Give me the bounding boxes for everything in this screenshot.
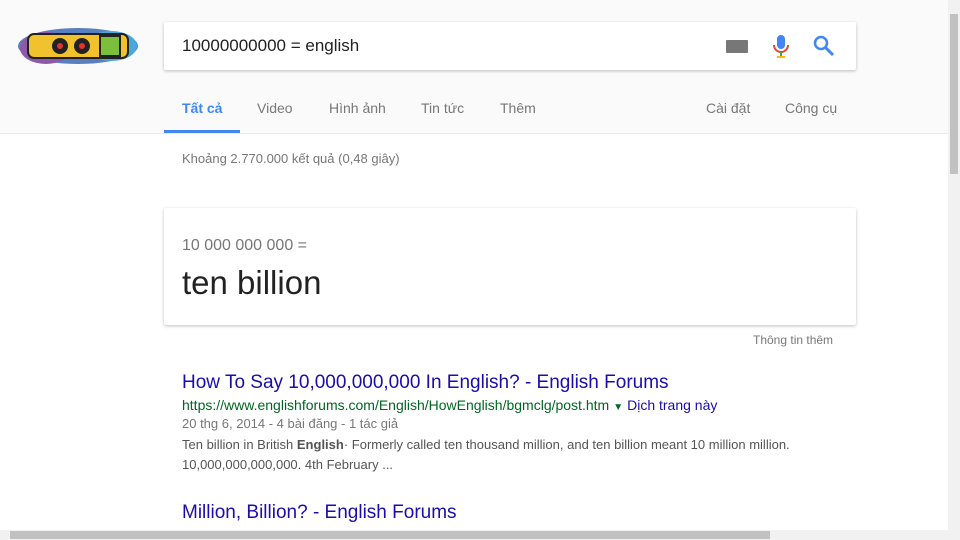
- search-icon[interactable]: [812, 34, 836, 58]
- result-url: https://www.englishforums.com/English/Ho…: [182, 397, 717, 413]
- header: 10000000000 = english Tất cả Video Hình …: [0, 0, 948, 134]
- vertical-scroll-thumb[interactable]: [950, 14, 958, 174]
- search-box[interactable]: 10000000000 = english: [164, 22, 856, 70]
- answer-equation: 10 000 000 000 =: [182, 237, 308, 254]
- snippet-bold: English: [296, 437, 344, 452]
- more-info-link[interactable]: Thông tin thêm: [753, 333, 833, 347]
- tab-more[interactable]: Thêm: [500, 100, 536, 116]
- search-input[interactable]: 10000000000 = english: [182, 36, 359, 56]
- snippet-text: Ten billion in British: [182, 437, 297, 452]
- tab-all[interactable]: Tất cả: [182, 100, 222, 116]
- tools-link[interactable]: Công cụ: [785, 100, 837, 116]
- settings-link[interactable]: Cài đặt: [706, 100, 750, 116]
- microphone-icon[interactable]: [772, 34, 790, 60]
- dropdown-arrow-icon[interactable]: ▼: [613, 402, 623, 413]
- horizontal-scroll-thumb[interactable]: [10, 531, 770, 539]
- tab-images[interactable]: Hình ảnh: [329, 100, 386, 116]
- answer-result: ten billion: [182, 264, 322, 301]
- active-tab-indicator: [164, 130, 240, 133]
- keyboard-icon[interactable]: [726, 40, 748, 53]
- result-title[interactable]: Million, Billion? - English Forums: [182, 502, 457, 524]
- google-doodle-logo[interactable]: [16, 24, 140, 68]
- result-snippet: Ten billion in British English· Formerly…: [182, 435, 822, 475]
- tab-news[interactable]: Tin tức: [421, 100, 464, 116]
- tab-video[interactable]: Video: [257, 100, 293, 116]
- result-stats: Khoảng 2.770.000 kết quả (0,48 giây): [182, 151, 400, 166]
- vertical-scrollbar[interactable]: [948, 0, 960, 540]
- translate-link[interactable]: Dịch trang này: [627, 397, 717, 413]
- result-title[interactable]: How To Say 10,000,000,000 In English? - …: [182, 372, 669, 394]
- result-url-text[interactable]: https://www.englishforums.com/English/Ho…: [182, 397, 609, 413]
- answer-card: 10 000 000 000 = ten billion: [164, 208, 856, 325]
- result-meta: 20 thg 6, 2014 - 4 bài đăng - 1 tác giả: [182, 416, 399, 431]
